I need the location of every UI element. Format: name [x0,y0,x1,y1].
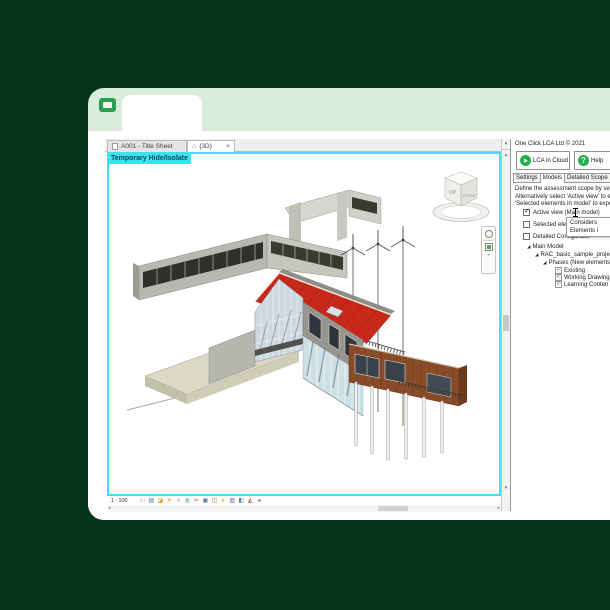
revit-window: A001 - Title Sheet ⌂ {3D} × Temporary Hi… [105,139,610,512]
browser-page: A001 - Title Sheet ⌂ {3D} × Temporary Hi… [88,131,610,520]
show-crop-icon[interactable]: ▣ [201,497,209,505]
shadows-icon[interactable]: ◑ [174,497,182,505]
text-cursor [573,208,578,217]
help-button[interactable]: ? Help [574,151,610,170]
collapse-arrow-icon[interactable]: ◂ [257,497,260,504]
expander-icon[interactable]: ◢ [543,260,546,266]
browser-card: A001 - Title Sheet ⌂ {3D} × Temporary Hi… [88,88,610,520]
scroll-left-icon[interactable]: ◂ [108,505,111,512]
doc-tab-label: A001 - Title Sheet [121,143,173,150]
browser-tab[interactable] [122,95,202,131]
revit-doc-tabbar: A001 - Title Sheet ⌂ {3D} × [105,139,501,152]
sheet-icon [112,143,118,150]
viewcube-front-label: FRONT [463,194,477,198]
drawing-viewport[interactable]: Temporary Hide/Isolate UP FRONT ▾ [107,152,501,496]
detail-level-icon[interactable]: ▤ [147,497,155,505]
house-icon: ⌂ [192,142,197,150]
crop-view-icon[interactable]: ✂ [192,497,200,505]
tooltip-line: Elements i [570,228,599,234]
scroll-up-icon[interactable]: ▴ [502,152,510,158]
lca-in-cloud-button[interactable]: ▶ LCA in Cloud [516,151,570,170]
active-view-label: Active view (Main model) [533,209,600,216]
active-view-checkbox-row[interactable]: ✓ Active view (Main model) [523,208,600,216]
horizontal-scrollbar[interactable]: ◂ ▸ [107,505,501,512]
panel-tabs: Settings Models Detailed Scope M [513,172,610,183]
tree-label: Working Drawing [564,274,610,281]
divider [484,240,493,241]
window-icon-inner [103,102,112,108]
window-icon [99,98,116,112]
scroll-right-icon[interactable]: ▸ [497,505,500,512]
hscroll-thumb[interactable] [378,506,408,511]
checkbox-checked-gray[interactable]: ✓ [555,280,562,288]
checkbox-checked[interactable]: ✓ [523,208,530,216]
scroll-down-icon[interactable]: ▾ [502,485,510,491]
expander-icon[interactable]: ◢ [527,244,530,250]
navigation-bar: ▾ [481,226,496,274]
crop-region-icon[interactable]: ▭ [138,497,146,505]
expander-icon[interactable]: ◢ [535,252,538,258]
tree-node-project[interactable]: ◢ RAC_basic_sample_projec [535,252,610,258]
background-building [133,189,382,301]
play-icon: ▶ [520,155,531,166]
analytical-icon[interactable]: ◭ [246,497,254,505]
tree-label: RAC_basic_sample_projec [540,252,610,258]
tree-node-phases[interactable]: ◢ Phases (New elements) [543,260,610,266]
doc-tab-title-sheet[interactable]: A001 - Title Sheet [107,140,187,152]
view-control-icons: ▭ ▤ ◪ ☀ ◑ ◍ ✂ ▣ ◫ ● ▥ ◧ ◭ [138,497,254,505]
vscroll-thumb[interactable] [503,315,509,331]
reveal-hidden-icon[interactable]: ● [219,497,227,505]
description-line: Define the assessment scope by selectin [515,186,610,192]
one-click-lca-panel: One Click LCA Ltd © 2021 ▶ LCA in Cloud … [510,139,610,511]
tree-node-main-model[interactable]: ◢ Main Model [527,244,563,250]
viewcube[interactable]: UP FRONT [432,171,490,222]
checkbox-unchecked[interactable] [523,221,530,228]
panel-title: One Click LCA Ltd © 2021 [515,141,586,147]
zoom-region-icon[interactable] [484,243,493,251]
wood-volume [348,343,467,407]
checkbox-unchecked[interactable] [523,233,530,240]
description-line: Alternatively select 'Active view' to ex… [515,193,610,200]
visual-style-icon[interactable]: ◪ [156,497,164,505]
question-icon: ? [578,155,589,166]
unlock-view-icon[interactable]: ◫ [210,497,218,505]
temporary-hide-isolate-badge[interactable]: Temporary Hide/Isolate [109,154,191,164]
help-label: Help [591,157,604,164]
3d-model-view: UP FRONT [126,171,490,461]
scope-description: Define the assessment scope by selectin … [515,186,610,209]
tree-label: Learning Conten [564,281,609,288]
scale-label[interactable]: 1 : 100 [111,498,128,503]
temporary-properties-icon[interactable]: ▥ [228,497,236,505]
doc-tab-label: {3D} [199,143,212,150]
tab-detailed-scope[interactable]: Detailed Scope [564,173,610,182]
tree-label: Existing [564,267,586,274]
doc-tab-3d[interactable]: ⌂ {3D} × [187,140,235,152]
sun-path-icon[interactable]: ☀ [165,497,173,505]
tooltip: Considers Elements i [566,217,610,237]
steering-wheel-icon[interactable] [484,230,493,238]
navbar-more-icon[interactable]: ▾ [487,253,489,257]
lca-in-cloud-label: LCA in Cloud [533,157,569,164]
view-control-bar: 1 : 100 ▭ ▤ ◪ ☀ ◑ ◍ ✂ ▣ ◫ ● ▥ ◧ ◭ ◂ [107,496,501,505]
tree-label: Main Model [532,244,564,250]
tab-models[interactable]: Models [539,173,566,183]
tab-menu-icon[interactable]: ▾ [502,139,510,150]
tooltip-line: Considers [570,220,598,226]
tree-check-working-drawing[interactable]: ✓ Working Drawing [555,273,610,281]
worksharing-icon[interactable]: ◧ [237,497,245,505]
main-house [254,269,395,417]
tab-settings[interactable]: Settings [513,173,541,182]
rendering-icon[interactable]: ◍ [183,497,191,505]
vertical-scrollbar[interactable]: ▾ ▴ ▾ [501,139,510,511]
tree-check-learning-content[interactable]: ✓ Learning Conten [555,280,609,288]
viewcube-up-label: UP [449,190,457,196]
close-icon[interactable]: × [226,143,230,150]
